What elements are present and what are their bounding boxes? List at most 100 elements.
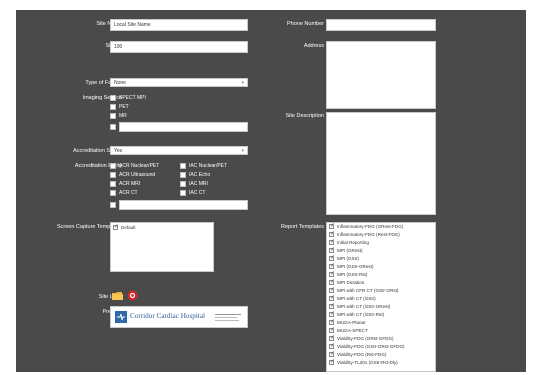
template-label: Viability-FDG (GRst-GFDG) (337, 336, 394, 341)
page-frame: Site Name Local Site Name Site ID 100 Ph… (0, 0, 547, 375)
accreditation-other-input[interactable] (119, 200, 248, 210)
checkbox-checked-icon[interactable] (329, 350, 335, 358)
template-label: MPI (GStr-Rst) (337, 272, 368, 277)
iac-nuclear-pet-label: IAC Nuclear/PET (189, 163, 228, 169)
checkbox-checked-icon[interactable] (329, 326, 335, 334)
checkbox-checked-icon[interactable] (329, 278, 335, 286)
iac-mri-checkbox[interactable] (180, 181, 186, 187)
checkbox-checked-icon[interactable] (329, 286, 335, 294)
imaging-pet-checkbox[interactable] (110, 104, 116, 110)
template-label: MPI with CT (GStr-GRest) (337, 304, 391, 309)
imaging-mr-checkbox[interactable] (110, 113, 116, 119)
list-item[interactable]: MUGA-Planar (329, 318, 366, 326)
chevron-down-icon: ▾ (241, 80, 244, 86)
checkbox-checked-icon[interactable] (329, 270, 335, 278)
preview-logo-text: Corridor Cardiac Hospital (130, 312, 206, 320)
address-textarea[interactable] (326, 41, 436, 109)
accreditation-status-value: Yes (114, 148, 123, 154)
imaging-spect-checkbox[interactable] (110, 95, 116, 101)
acr-mri-label: ACR MRI (119, 181, 141, 187)
iac-echo-checkbox[interactable] (180, 172, 186, 178)
site-settings-panel: Site Name Local Site Name Site ID 100 Ph… (16, 10, 526, 372)
hospital-logo-icon (115, 311, 127, 325)
iac-echo-label: IAC Echo (189, 172, 211, 178)
list-item[interactable]: MPI (GStr) (329, 254, 359, 262)
list-item[interactable]: MPI (GStr-Rst) (329, 270, 368, 278)
site-name-input[interactable]: Local Site Name (110, 19, 248, 31)
template-label: MPI with CT (GStr-Rst) (337, 312, 385, 317)
list-item[interactable]: Inflammatory-FDG (Rest-FDG) (329, 230, 400, 238)
list-item[interactable]: MPI (GStr-GRest) (329, 262, 374, 270)
report-templates-label: Report Templates (280, 224, 324, 230)
checkbox-checked-icon[interactable] (329, 318, 335, 326)
acr-ultrasound-checkbox[interactable] (110, 172, 116, 178)
list-item[interactable]: MPI with CT (GStr) (329, 294, 376, 302)
template-label: Viability-TL201 (GStr-Rst-Dly) (337, 360, 398, 365)
template-label: Initial Reporting (337, 240, 369, 245)
iac-nuclear-pet-checkbox[interactable] (180, 163, 186, 169)
phone-number-input[interactable] (326, 19, 436, 31)
checkbox-checked-icon[interactable] (329, 230, 335, 238)
list-item[interactable]: MPI with CT (GStr-Rst) (329, 310, 385, 318)
list-item[interactable]: Viability-TL201 (GStr-Rst-Dly) (329, 358, 398, 366)
list-item[interactable]: Inflammatory-FDG (GRest-FDG) (329, 223, 404, 230)
imaging-other-checkbox[interactable] (110, 124, 116, 130)
template-label: MUGA-SPECT (337, 328, 368, 333)
list-item[interactable]: MPI with CT (GStr-GRest) (329, 302, 391, 310)
accreditation-status-select[interactable]: Yes ▾ (110, 146, 248, 155)
acr-ct-label: ACR CT (119, 190, 138, 196)
template-label: Viability-FDG (Rst-FDG) (337, 352, 387, 357)
folder-icon[interactable] (112, 291, 123, 303)
checkbox-checked-icon[interactable] (329, 310, 335, 318)
site-id-input[interactable]: 100 (110, 41, 248, 53)
list-item[interactable]: Viability-FDG (Rst-FDG) (329, 350, 387, 358)
address-label: Address (303, 43, 324, 49)
remove-icon[interactable] (127, 290, 138, 303)
checkbox-checked-icon[interactable] (329, 358, 335, 366)
list-item[interactable]: Viability-FDG (GStr-GRst-GFDG) (329, 342, 405, 350)
template-label: MPI Dictation (337, 280, 365, 285)
checkbox-checked-icon[interactable] (329, 294, 335, 302)
site-description-textarea[interactable] (326, 112, 436, 215)
divider (215, 317, 237, 318)
acr-ct-checkbox[interactable] (110, 190, 116, 196)
checkbox-checked-icon[interactable] (329, 238, 335, 246)
list-item[interactable]: MUGA-SPECT (329, 326, 368, 334)
list-item[interactable]: Viability-FDG (GRst-GFDG) (329, 334, 394, 342)
template-label: Viability-FDG (GStr-GRst-GFDG) (337, 344, 405, 349)
checkbox-checked-icon[interactable] (329, 262, 335, 270)
imaging-other-input[interactable] (119, 122, 248, 132)
template-label: Inflammatory-FDG (Rest-FDG) (337, 232, 400, 237)
template-label: MPI (GStr-GRest) (337, 264, 374, 269)
checkbox-checked-icon[interactable] (329, 254, 335, 262)
list-item[interactable]: MPI with CFR CT (GStr-GRst) (329, 286, 398, 294)
acr-ultrasound-label: ACR Ultrasound (119, 172, 156, 178)
chevron-down-icon: ▾ (241, 148, 244, 154)
checkbox-checked-icon[interactable] (329, 246, 335, 254)
checkbox-checked-icon[interactable] (329, 334, 335, 342)
list-item[interactable]: Initial Reporting (329, 238, 369, 246)
phone-number-label: Phone Number (287, 21, 324, 27)
screen-capture-templates-list[interactable]: Default (110, 222, 214, 272)
acr-nuclear-pet-label: ACR Nuclear/PET (119, 163, 160, 169)
checkbox-checked-icon[interactable] (113, 223, 119, 231)
template-label: MUGA-Planar (337, 320, 366, 325)
report-templates-list[interactable]: Inflammatory-FDG (GRest-FDG) Inflammator… (326, 222, 436, 372)
checkbox-checked-icon[interactable] (329, 302, 335, 310)
checkbox-checked-icon[interactable] (329, 342, 335, 350)
divider (215, 320, 239, 321)
checkbox-checked-icon[interactable] (329, 223, 335, 230)
template-label: MPI (GRest) (337, 248, 363, 253)
list-item[interactable]: Default (113, 223, 136, 231)
iac-ct-label: IAC CT (189, 190, 206, 196)
iac-ct-checkbox[interactable] (180, 190, 186, 196)
imaging-pet-label: PET (119, 104, 129, 110)
acr-nuclear-pet-checkbox[interactable] (110, 163, 116, 169)
list-item[interactable]: MPI Dictation (329, 278, 365, 286)
list-item[interactable]: MPI (GRest) (329, 246, 363, 254)
template-label: Default (121, 225, 136, 230)
acr-mri-checkbox[interactable] (110, 181, 116, 187)
accreditation-other-checkbox[interactable] (110, 202, 116, 208)
template-label: Inflammatory-FDG (GRest-FDG) (337, 224, 404, 229)
type-of-facility-select[interactable]: None ▾ (110, 78, 248, 87)
